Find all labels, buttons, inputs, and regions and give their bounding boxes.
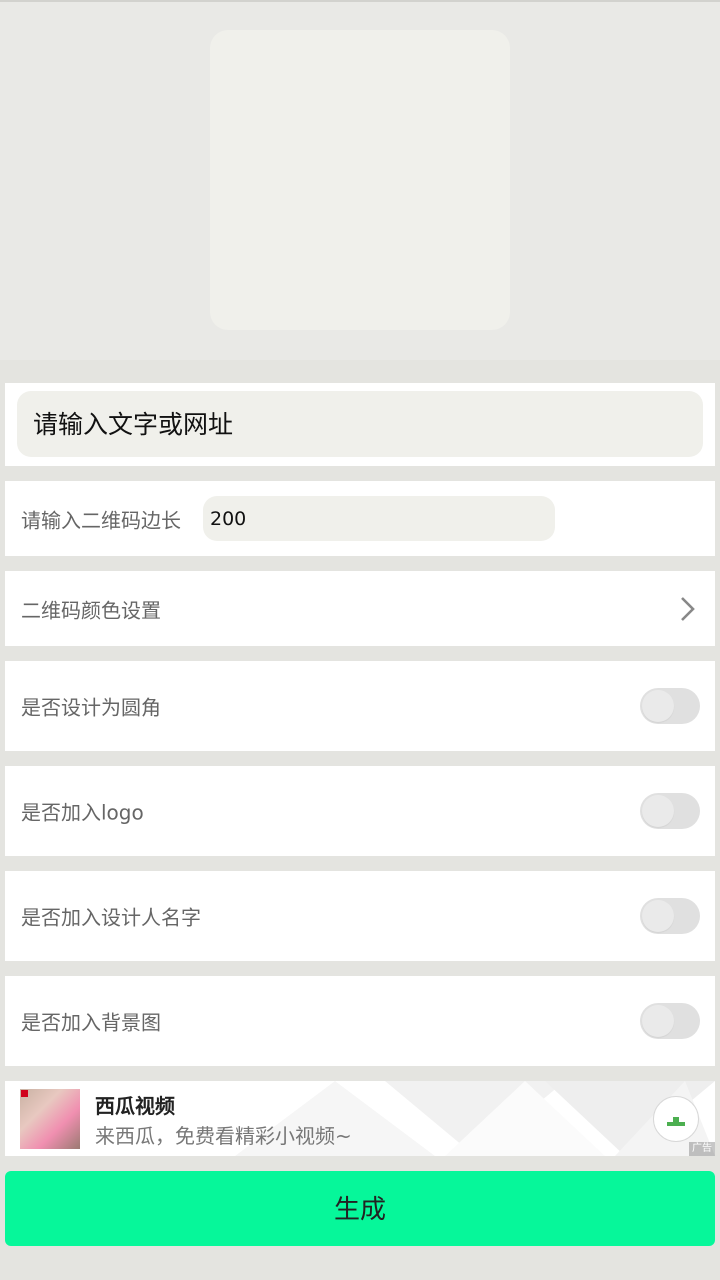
- size-input[interactable]: [203, 496, 555, 541]
- download-icon-part: [667, 1122, 685, 1126]
- size-label: 请输入二维码边长: [21, 508, 181, 532]
- toggle-knob: [642, 1005, 674, 1037]
- logo-row: 是否加入logo: [5, 766, 715, 856]
- qr-code-preview: [210, 30, 510, 330]
- background-toggle[interactable]: [640, 1003, 700, 1039]
- top-divider: [0, 0, 720, 2]
- background-label: 是否加入背景图: [21, 1010, 161, 1035]
- ad-badge-icon: [21, 1090, 28, 1097]
- content-input[interactable]: [17, 391, 703, 457]
- logo-toggle[interactable]: [640, 793, 700, 829]
- ad-description: 来西瓜，免费看精彩小视频~: [95, 1124, 352, 1148]
- content-input-card: [5, 383, 715, 466]
- toggle-knob: [642, 900, 674, 932]
- ad-title: 西瓜视频: [95, 1094, 175, 1118]
- designer-name-label: 是否加入设计人名字: [21, 905, 201, 930]
- background-row: 是否加入背景图: [5, 976, 715, 1066]
- logo-label: 是否加入logo: [21, 800, 144, 825]
- generate-button[interactable]: 生成: [5, 1171, 715, 1246]
- color-setting-label: 二维码颜色设置: [21, 598, 161, 622]
- download-icon[interactable]: [653, 1096, 699, 1142]
- qr-preview-area: [0, 0, 720, 360]
- rounded-row: 是否设计为圆角: [5, 661, 715, 751]
- rounded-label: 是否设计为圆角: [21, 695, 161, 720]
- ad-banner[interactable]: 西瓜视频 来西瓜，免费看精彩小视频~ 广告: [5, 1081, 715, 1156]
- designer-name-row: 是否加入设计人名字: [5, 871, 715, 961]
- ad-tag: 广告: [689, 1142, 715, 1156]
- chevron-right-icon: [681, 596, 695, 621]
- toggle-knob: [642, 795, 674, 827]
- size-row: 请输入二维码边长: [5, 481, 715, 556]
- rounded-toggle[interactable]: [640, 688, 700, 724]
- color-setting-row[interactable]: 二维码颜色设置: [5, 571, 715, 646]
- designer-name-toggle[interactable]: [640, 898, 700, 934]
- toggle-knob: [642, 690, 674, 722]
- ad-thumbnail-image: [20, 1089, 80, 1149]
